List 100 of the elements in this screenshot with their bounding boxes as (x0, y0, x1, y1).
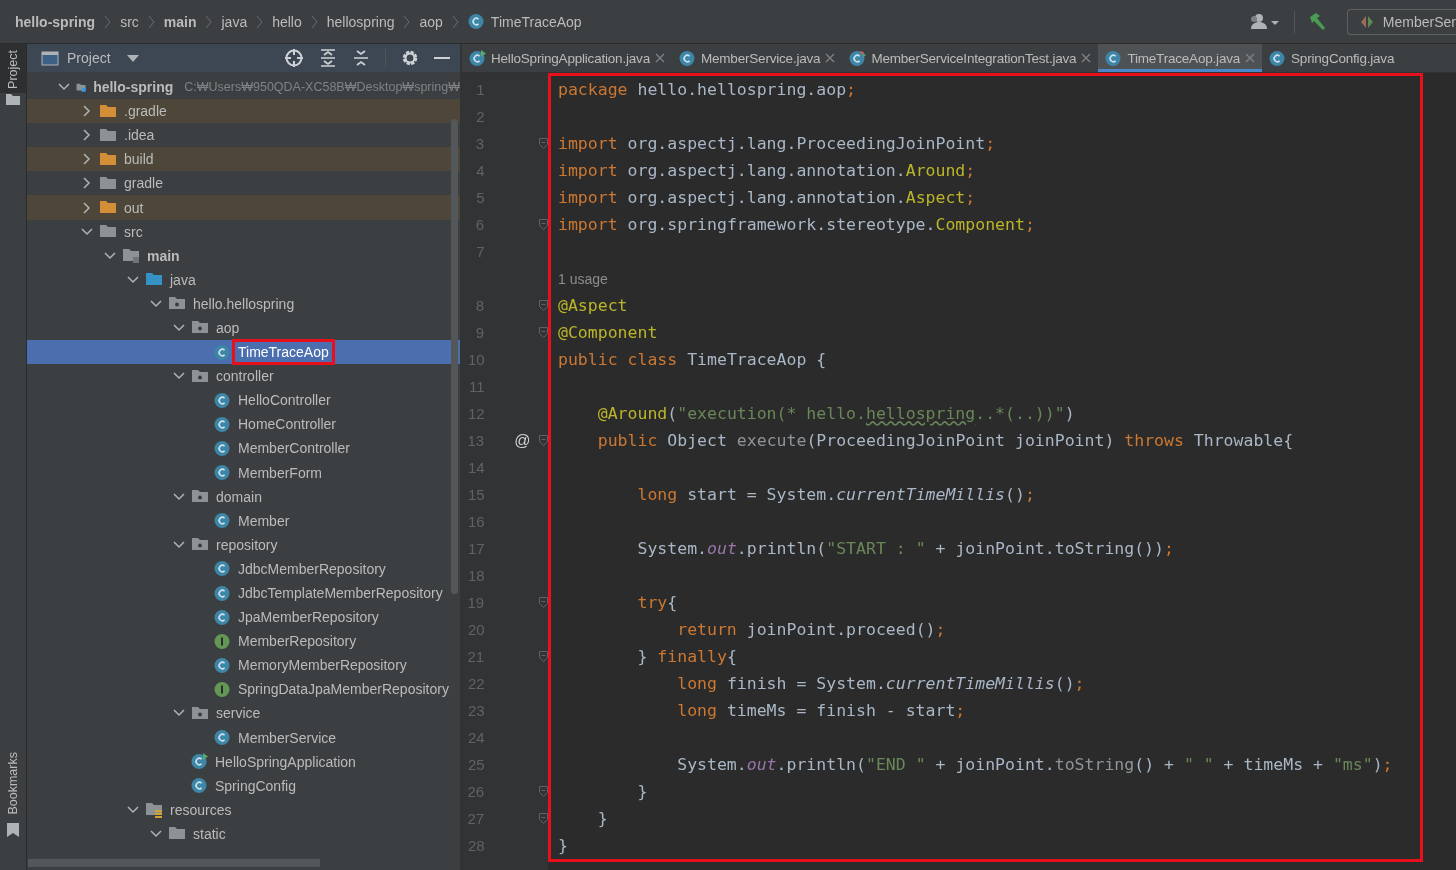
tree-item[interactable]: SpringDataJpaMemberRepository (27, 677, 460, 702)
tree-item[interactable]: MemberController (27, 436, 460, 461)
tool-window-button[interactable]: Bookmarks (0, 746, 26, 819)
code-line: public class TimeTraceAop { (558, 350, 827, 369)
code-line: @Around("execution(* hello.hellospring..*(..))") (597, 404, 1075, 423)
tree-item[interactable]: TimeTraceAop (27, 340, 460, 365)
chevron-down-icon[interactable] (173, 372, 185, 381)
tree-item[interactable]: controller (27, 364, 460, 389)
tree-item[interactable]: domain (27, 484, 460, 509)
breadcrumb-item[interactable]: TimeTraceAop (467, 13, 582, 30)
close-icon[interactable] (1081, 53, 1092, 63)
chevron-right-icon[interactable] (83, 105, 91, 118)
close-icon[interactable] (825, 53, 836, 63)
class-icon (214, 439, 231, 457)
tree-item[interactable]: resources (27, 797, 460, 822)
tree-item[interactable]: hello-spring C:₩Users₩950QDA-XC58B₩Desktop₩spring₩ (27, 75, 460, 100)
tree-item[interactable]: static (27, 821, 460, 846)
chevron-down-icon[interactable] (104, 251, 116, 260)
hide-button[interactable] (434, 56, 450, 60)
folder-icon (99, 102, 117, 120)
code-line: long start = System.currentTimeMillis(); (637, 485, 1035, 504)
breadcrumb-item[interactable]: hello-spring (15, 13, 96, 30)
close-icon[interactable] (654, 53, 665, 63)
run-config-dropdown[interactable]: MemberSer (1346, 8, 1456, 35)
breadcrumb-item[interactable]: src (120, 13, 139, 30)
code-line: } (637, 782, 648, 801)
tree-item[interactable]: Member (27, 508, 460, 533)
editor-tab[interactable]: HelloSpringApplication.java (462, 44, 672, 72)
scrollbar[interactable] (451, 119, 458, 594)
interface-icon (214, 680, 231, 698)
breadcrumb-item[interactable]: java (221, 13, 248, 30)
breadcrumb-item[interactable]: hello (272, 13, 302, 30)
chevron-icon (147, 14, 155, 29)
chevron-down-icon[interactable] (173, 324, 185, 332)
tree-item[interactable]: build (27, 147, 460, 172)
class-icon (214, 729, 231, 747)
tree-item[interactable]: SpringConfig (27, 773, 460, 798)
code-line: try{ (637, 593, 678, 612)
chevron-down-icon[interactable] (150, 299, 162, 308)
code-line: import org.aspectj.lang.annotation.Around; (558, 161, 976, 180)
settings-button[interactable] (401, 49, 419, 67)
breadcrumb-item[interactable]: main (163, 13, 197, 30)
editor-tab[interactable]: TimeTraceAop.java (1098, 44, 1263, 72)
collapse-all-button[interactable] (352, 49, 370, 67)
tree-item[interactable]: HelloSpringApplication (27, 749, 460, 774)
view-dropdown[interactable]: Project (41, 50, 139, 66)
folder-icon (99, 150, 117, 168)
locate-button[interactable] (284, 48, 304, 68)
tree-item[interactable]: gradle (27, 171, 460, 196)
code-line: import org.springframework.stereotype.Component; (558, 215, 1035, 234)
code-line: long finish = System.currentTimeMillis(); (677, 674, 1085, 693)
tree-item[interactable]: MemberService (27, 725, 460, 750)
chevron-right-icon[interactable] (83, 153, 91, 166)
chevron-down-icon[interactable] (173, 709, 185, 718)
tree-item[interactable]: service (27, 701, 460, 726)
tree-item[interactable]: HomeController (27, 412, 460, 437)
class-icon (214, 560, 231, 578)
bookmark-icon (7, 823, 19, 837)
tree-item[interactable]: repository (27, 532, 460, 557)
tree-item[interactable]: hello.hellospring (27, 291, 460, 316)
tree-item[interactable]: .idea (27, 123, 460, 148)
tree-item[interactable]: JdbcMemberRepository (27, 556, 460, 581)
tree-item[interactable]: out (27, 195, 460, 220)
tree-item[interactable]: HelloController (27, 388, 460, 413)
tree-item[interactable]: MemberForm (27, 460, 460, 485)
scrollbar[interactable] (28, 859, 320, 867)
tree-item[interactable]: MemoryMemberRepository (27, 653, 460, 678)
chevron-down-icon[interactable] (81, 227, 93, 236)
tree-item[interactable]: MemberRepository (27, 629, 460, 654)
chevron-down-icon[interactable] (58, 83, 70, 92)
tool-window-button[interactable]: Project (0, 44, 26, 93)
chevron-icon (205, 14, 213, 29)
chevron-right-icon[interactable] (83, 177, 91, 190)
chevron-down-icon[interactable] (150, 829, 162, 838)
tree-item[interactable]: JpaMemberRepository (27, 605, 460, 630)
code-line: long timeMs = finish - start; (677, 701, 966, 720)
breadcrumb-item[interactable]: hellospring (326, 13, 395, 30)
chevron-down-icon[interactable] (173, 492, 185, 501)
chevron-down-icon[interactable] (127, 275, 139, 284)
editor-tab[interactable]: MemberService.java (671, 44, 843, 72)
chevron-down-icon[interactable] (173, 540, 185, 549)
chevron-right-icon[interactable] (83, 201, 91, 214)
chevron-down-icon[interactable] (127, 805, 139, 814)
tree-item[interactable]: java (27, 267, 460, 292)
chevron-right-icon[interactable] (83, 129, 91, 142)
project-path: C:₩Users₩950QDA-XC58B₩Desktop₩spring₩ (184, 80, 460, 95)
breadcrumb-item[interactable]: aop (419, 13, 443, 30)
tree-item[interactable]: aop (27, 315, 460, 341)
editor-tab[interactable]: SpringConfig.java (1262, 44, 1402, 72)
code-line: import org.aspectj.lang.ProceedingJoinPoint; (558, 134, 996, 153)
tree-item[interactable]: src (27, 219, 460, 244)
tree-item[interactable]: JdbcTemplateMemberRepository (27, 580, 460, 606)
editor-tab[interactable]: MemberServiceIntegrationTest.java (842, 44, 1099, 72)
class-icon (1105, 49, 1123, 67)
tree-item[interactable]: .gradle (27, 99, 460, 124)
gutter-mark[interactable]: @ (514, 431, 531, 449)
usage-hint[interactable]: 1 usage (558, 270, 608, 287)
tree-item[interactable]: main (27, 243, 460, 268)
code-line: } (558, 836, 568, 855)
expand-all-button[interactable] (319, 49, 337, 67)
